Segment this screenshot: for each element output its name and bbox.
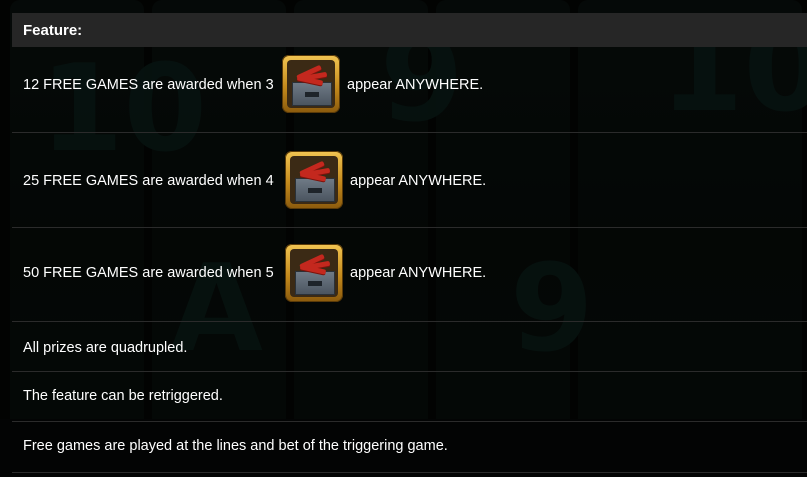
feature-note: Free games are played at the lines and b…: [12, 422, 807, 473]
feature-note: All prizes are quadrupled.: [12, 322, 807, 372]
dynamite-crate-scatter-icon: [285, 151, 343, 209]
award-row: 25 FREE GAMES are awarded when 4 appear …: [12, 133, 807, 228]
dynamite-crate-scatter-icon: [285, 244, 343, 302]
feature-title: Feature:: [23, 22, 83, 39]
award-row: 50 FREE GAMES are awarded when 5 appear …: [12, 228, 807, 322]
award-text: 25 FREE GAMES are awarded when 4: [23, 173, 274, 189]
award-text: 12 FREE GAMES are awarded when 3: [23, 77, 274, 93]
award-suffix: appear ANYWHERE.: [350, 173, 487, 189]
note-text: The feature can be retriggered.: [23, 388, 223, 404]
award-text: 50 FREE GAMES are awarded when 5: [23, 265, 274, 281]
dynamite-crate-scatter-icon: [282, 55, 340, 113]
award-suffix: appear ANYWHERE.: [350, 265, 487, 281]
note-text: All prizes are quadrupled.: [23, 340, 188, 356]
award-suffix: appear ANYWHERE.: [347, 77, 484, 93]
award-row: 12 FREE GAMES are awarded when 3 appear …: [12, 47, 807, 133]
paytable-feature-panel: Feature: 12 FREE GAMES are awarded when …: [0, 0, 807, 477]
feature-header: Feature:: [12, 13, 807, 47]
note-text: Free games are played at the lines and b…: [23, 438, 448, 454]
feature-note: The feature can be retriggered.: [12, 372, 807, 422]
